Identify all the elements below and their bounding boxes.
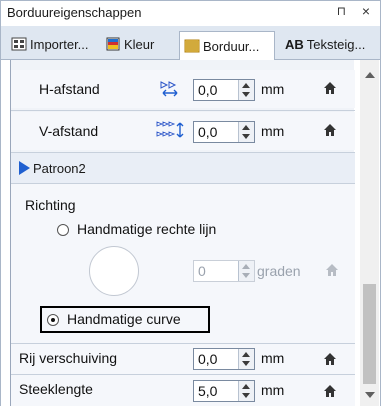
home-icon[interactable]: [323, 123, 337, 137]
rij-verschuiving-label: Rij verschuiving: [19, 350, 118, 366]
home-icon[interactable]: [323, 384, 337, 398]
v-afstand-unit: mm: [261, 123, 285, 139]
color-icon: [105, 36, 121, 52]
steeklengte-stepper[interactable]: [238, 381, 254, 401]
steeklengte-unit: mm: [261, 382, 285, 398]
rij-verschuiving-unit: mm: [261, 350, 285, 366]
radio-curve-label[interactable]: Handmatige curve: [67, 311, 181, 327]
tab-kleur[interactable]: Kleur: [101, 32, 154, 56]
tab-importer[interactable]: Importer...: [7, 32, 89, 56]
scroll-up-icon[interactable]: [365, 72, 375, 78]
h-afstand-stepper[interactable]: [238, 80, 254, 100]
rij-verschuiving-value: 0,0: [198, 351, 218, 367]
text-icon: AB: [285, 36, 304, 52]
v-afstand-label: V-afstand: [39, 123, 99, 139]
tab-borduur-label: Borduur...: [203, 38, 260, 54]
embroidery-icon: [184, 38, 200, 54]
home-icon[interactable]: [323, 352, 337, 366]
steeklengte-row: Steeklengte 5,0 mm: [11, 375, 355, 406]
rij-verschuiving-row: Rij verschuiving 0,0 mm: [11, 344, 355, 374]
radio-curve[interactable]: [47, 314, 59, 326]
scrollbar-thumb[interactable]: [363, 284, 376, 384]
vertical-scrollbar[interactable]: [360, 60, 379, 406]
close-icon[interactable]: ×: [362, 3, 370, 19]
properties-content: H-afstand 0,0 mm V-afstand 0,0 mm Patroo…: [0, 60, 381, 406]
pattern-name: Patroon2: [33, 161, 86, 176]
v-afstand-stepper[interactable]: [238, 122, 254, 142]
h-afstand-unit: mm: [261, 81, 285, 97]
steeklengte-input[interactable]: 5,0: [193, 380, 255, 402]
angle-value: 0: [198, 263, 206, 279]
expand-arrow-icon[interactable]: [19, 161, 30, 175]
tab-kleur-label: Kleur: [124, 36, 155, 52]
import-icon: [11, 36, 27, 52]
v-afstand-row: V-afstand 0,0 mm: [11, 112, 355, 150]
v-afstand-value: 0,0: [198, 124, 218, 140]
h-afstand-row: H-afstand 0,0 mm: [11, 70, 355, 108]
v-afstand-input[interactable]: 0,0: [193, 121, 255, 143]
pin-icon[interactable]: ⊓: [337, 4, 346, 18]
tab-importer-label: Importer...: [30, 36, 89, 52]
steeklengte-label: Steeklengte: [19, 381, 93, 397]
h-afstand-value: 0,0: [198, 82, 218, 98]
divider: [11, 110, 355, 111]
rij-verschuiving-stepper[interactable]: [238, 349, 254, 369]
angle-dial: [89, 246, 139, 296]
panel-title: Borduureigenschappen: [7, 5, 142, 20]
h-afstand-input[interactable]: 0,0: [193, 79, 255, 101]
tab-borduur[interactable]: Borduur...: [179, 31, 275, 60]
scroll-down-icon[interactable]: [365, 392, 375, 398]
tab-teksteig[interactable]: AB Teksteig...: [281, 32, 365, 56]
radio-straight-line[interactable]: [57, 224, 69, 236]
richting-label: Richting: [25, 197, 76, 213]
steeklengte-value: 5,0: [198, 383, 218, 399]
angle-input: 0: [193, 260, 255, 282]
home-icon[interactable]: [323, 81, 337, 95]
properties-list: H-afstand 0,0 mm V-afstand 0,0 mm Patroo…: [10, 60, 355, 406]
home-icon: [325, 263, 339, 277]
tab-bar: Importer... Kleur Borduur... AB Teksteig…: [0, 26, 381, 60]
panel-titlebar: Borduureigenschappen ⊓ ×: [0, 0, 381, 26]
richting-block: Richting Handmatige rechte lijn 0 graden…: [11, 184, 355, 344]
tab-teksteig-label: Teksteig...: [306, 36, 366, 52]
h-afstand-label: H-afstand: [39, 81, 100, 97]
v-spacing-icon: [155, 118, 185, 142]
angle-stepper: [238, 261, 254, 281]
rij-verschuiving-input[interactable]: 0,0: [193, 348, 255, 370]
pattern-header[interactable]: Patroon2: [11, 153, 355, 183]
angle-unit: graden: [257, 263, 301, 279]
h-spacing-icon: [157, 76, 185, 100]
radio-straight-line-label[interactable]: Handmatige rechte lijn: [77, 221, 216, 237]
